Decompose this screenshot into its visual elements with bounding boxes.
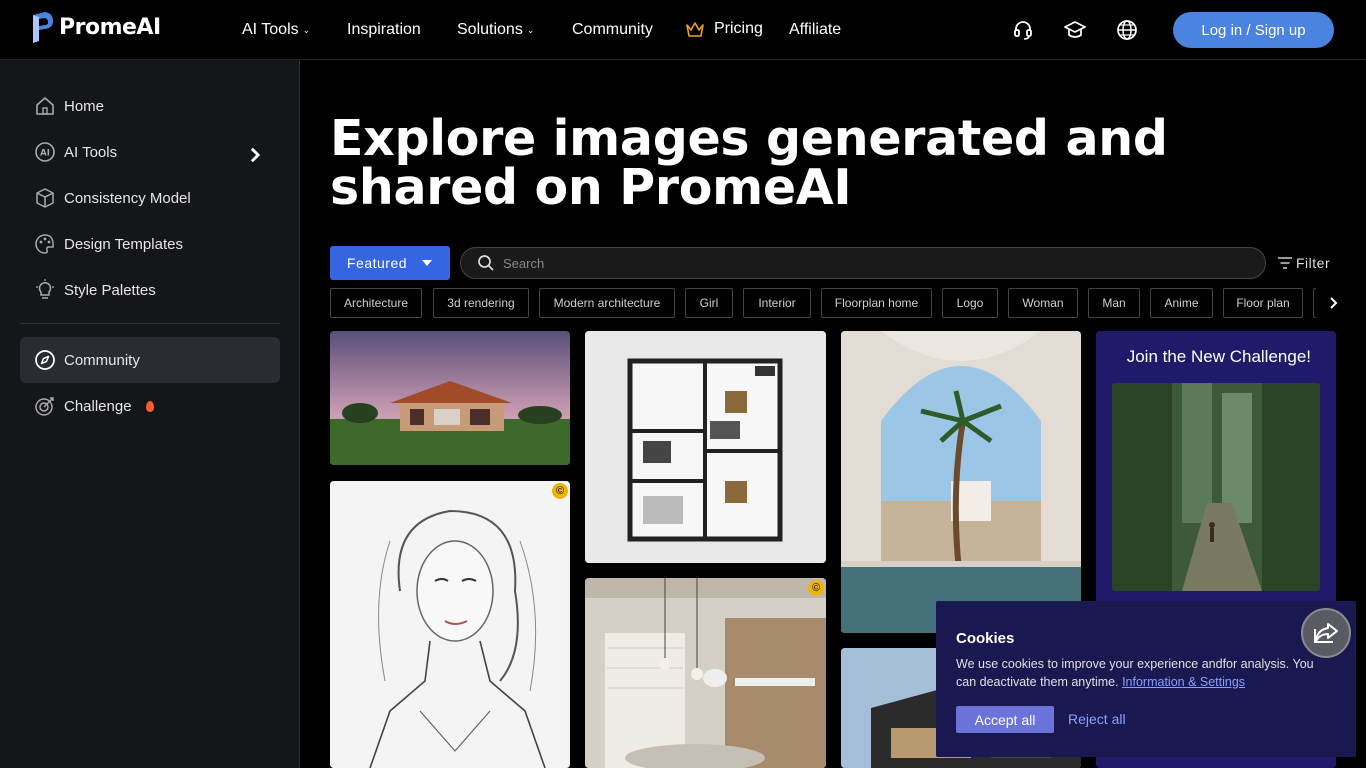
challenge-title: Join the New Challenge!	[1126, 347, 1311, 366]
tags-scroll-right-button[interactable]	[1316, 288, 1352, 318]
reject-all-button[interactable]: Reject all	[1068, 711, 1126, 727]
headset-icon[interactable]	[1012, 19, 1034, 41]
ai-icon: AI	[35, 142, 55, 162]
home-icon	[36, 97, 54, 115]
svg-text:AI: AI	[40, 149, 50, 159]
nav-solutions[interactable]: Solutions ⌄	[457, 21, 534, 39]
palette-icon	[35, 234, 54, 254]
sidebar: Home AI AI Tools Consistency Model Desig…	[0, 60, 300, 768]
cookie-title: Cookies	[956, 630, 1015, 647]
tag-chip[interactable]: 3d rendering	[433, 288, 529, 318]
tag-chip[interactable]: Floorplan home	[821, 288, 932, 318]
tag-chip[interactable]: Man	[1088, 288, 1140, 318]
graduation-cap-icon[interactable]	[1064, 19, 1086, 41]
nav-ai-tools-label: AI Tools	[242, 21, 299, 38]
filter-icon	[1278, 257, 1292, 269]
nav-community[interactable]: Community	[572, 21, 653, 39]
sidebar-divider	[20, 323, 280, 324]
search-bar	[460, 247, 1266, 279]
share-button[interactable]	[1301, 608, 1351, 658]
sidebar-item-label: Home	[64, 97, 105, 115]
cube-icon	[36, 188, 54, 208]
cookie-text: We use cookies to improve your experienc…	[956, 655, 1331, 691]
globe-icon[interactable]	[1116, 19, 1138, 41]
image-card-interior[interactable]: ©	[585, 578, 826, 768]
cookie-banner: Cookies We use cookies to improve your e…	[936, 601, 1356, 757]
accept-all-button[interactable]: Accept all	[956, 706, 1054, 733]
sidebar-item-community[interactable]: Community	[20, 337, 280, 383]
tag-chip[interactable]: Anime	[1150, 288, 1213, 318]
copyright-badge-icon: ©	[808, 580, 824, 596]
nav-affiliate[interactable]: Affiliate	[789, 21, 841, 39]
brand-name: PromeAI	[59, 14, 161, 40]
tag-chip[interactable]: Floor plan	[1223, 288, 1303, 318]
nav-community-label: Community	[572, 21, 653, 38]
tag-chip[interactable]: Logo	[942, 288, 998, 318]
nav-inspiration[interactable]: Inspiration	[347, 21, 421, 39]
flame-icon	[145, 400, 154, 412]
target-icon	[35, 397, 54, 416]
sidebar-item-label: Design Templates	[64, 235, 183, 253]
tag-chip[interactable]: Architecture	[330, 288, 422, 318]
share-icon	[1314, 623, 1338, 643]
nav-pricing-label: Pricing	[714, 20, 763, 37]
sidebar-item-style-palettes[interactable]: Style Palettes	[20, 267, 280, 313]
sort-selected-label: Featured	[347, 255, 408, 271]
chevron-down-icon: ⌄	[526, 25, 535, 35]
sidebar-item-label: Consistency Model	[64, 189, 191, 207]
compass-icon	[35, 350, 55, 370]
challenge-image	[1112, 383, 1320, 591]
tag-chip[interactable]: Woman	[1008, 288, 1078, 318]
page-title: Explore images generated and shared on P…	[330, 110, 1168, 216]
chevron-right-icon	[250, 147, 261, 163]
house-image	[330, 331, 570, 465]
sidebar-item-consistency-model[interactable]: Consistency Model	[20, 175, 280, 221]
tag-chip[interactable]: Girl	[685, 288, 733, 318]
cookie-settings-link[interactable]: Information & Settings	[1122, 675, 1245, 689]
woman-sketch-image	[330, 481, 570, 768]
sort-dropdown[interactable]: Featured	[330, 246, 450, 280]
search-icon	[478, 255, 494, 271]
top-navigation-bar: PromeAI AI Tools ⌄ Inspiration Solutions…	[0, 0, 1366, 60]
image-card-house[interactable]	[330, 331, 570, 465]
lightbulb-icon	[36, 279, 54, 299]
filter-label: Filter	[1296, 255, 1331, 271]
nav-ai-tools[interactable]: AI Tools ⌄	[242, 21, 310, 39]
login-signup-button[interactable]: Log in / Sign up	[1173, 12, 1334, 48]
palm-pool-image	[841, 331, 1081, 633]
nav-inspiration-label: Inspiration	[347, 21, 421, 38]
image-card-woman-sketch[interactable]: ©	[330, 481, 570, 768]
sidebar-item-label: AI Tools	[64, 143, 118, 161]
tag-chip[interactable]: Interior	[743, 288, 811, 318]
image-card-floorplan[interactable]	[585, 331, 826, 563]
nav-pricing[interactable]: Pricing	[685, 20, 763, 38]
tag-chip[interactable]: Modern architecture	[539, 288, 675, 318]
copyright-badge-icon: ©	[552, 483, 568, 499]
sidebar-item-home[interactable]: Home	[20, 83, 280, 129]
chevron-down-icon: ⌄	[302, 25, 311, 35]
floorplan-image	[585, 331, 826, 563]
overgrown-city-image	[1112, 383, 1320, 591]
nav-affiliate-label: Affiliate	[789, 21, 842, 38]
promeai-logo-icon	[33, 12, 53, 43]
interior-image	[585, 578, 826, 768]
nav-solutions-label: Solutions	[457, 21, 523, 38]
sidebar-item-design-templates[interactable]: Design Templates	[20, 221, 280, 267]
caret-down-icon	[422, 260, 432, 266]
sidebar-item-label: Style Palettes	[64, 281, 156, 299]
sidebar-item-label: Community	[64, 351, 140, 369]
filter-button[interactable]: Filter	[1277, 255, 1330, 271]
chevron-right-icon	[1330, 297, 1338, 309]
promeai-logo[interactable]: PromeAI	[31, 11, 161, 43]
sidebar-item-ai-tools[interactable]: AI AI Tools	[20, 129, 280, 175]
sidebar-item-challenge[interactable]: Challenge	[20, 383, 280, 429]
crown-icon	[686, 22, 704, 37]
sidebar-item-label: Challenge	[64, 397, 132, 415]
image-card-palm-pool[interactable]	[841, 331, 1081, 633]
search-input[interactable]	[503, 255, 1203, 271]
tag-list: Architecture 3d rendering Modern archite…	[330, 288, 1336, 318]
